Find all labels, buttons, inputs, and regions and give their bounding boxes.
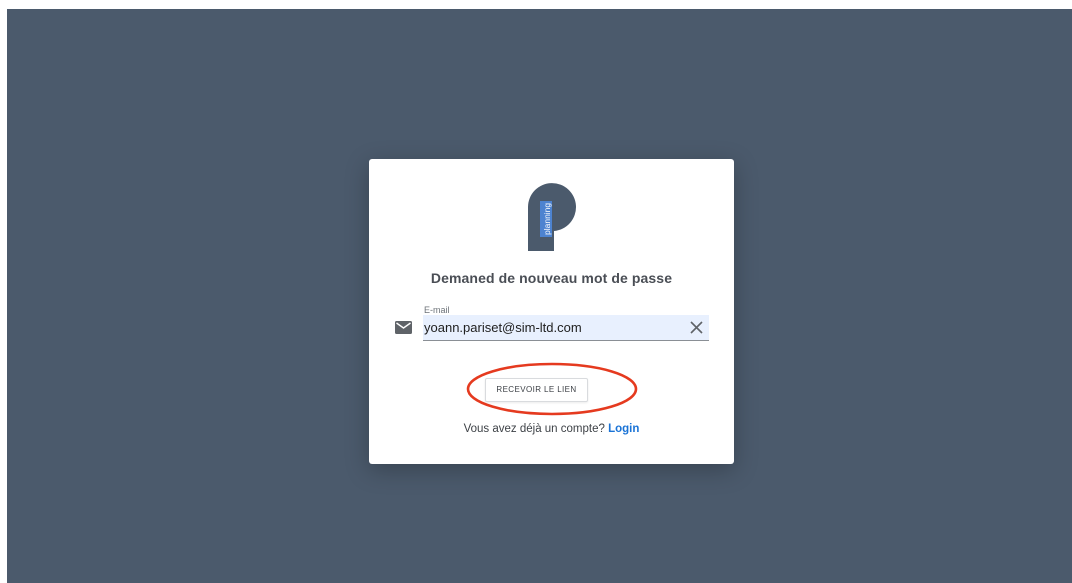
envelope-icon xyxy=(395,321,412,334)
login-prompt: Vous avez déjà un compte? Login xyxy=(369,423,734,435)
login-link[interactable]: Login xyxy=(608,423,639,435)
email-field[interactable]: yoann.pariset@sim-ltd.com xyxy=(423,315,709,341)
clear-icon[interactable] xyxy=(690,321,703,334)
receive-link-button[interactable]: RECEVOIR LE LIEN xyxy=(485,378,588,402)
email-field-value[interactable]: yoann.pariset@sim-ltd.com xyxy=(424,320,582,335)
planning-logo-icon: planning xyxy=(528,183,576,251)
login-prompt-text: Vous avez déjà un compte? xyxy=(463,423,605,435)
email-field-label: E-mail xyxy=(424,305,450,315)
page-background: planning Demaned de nouveau mot de passe… xyxy=(7,9,1072,583)
page-title: Demaned de nouveau mot de passe xyxy=(430,270,673,286)
svg-text:planning: planning xyxy=(542,203,552,235)
reset-password-card: planning Demaned de nouveau mot de passe… xyxy=(369,159,734,464)
